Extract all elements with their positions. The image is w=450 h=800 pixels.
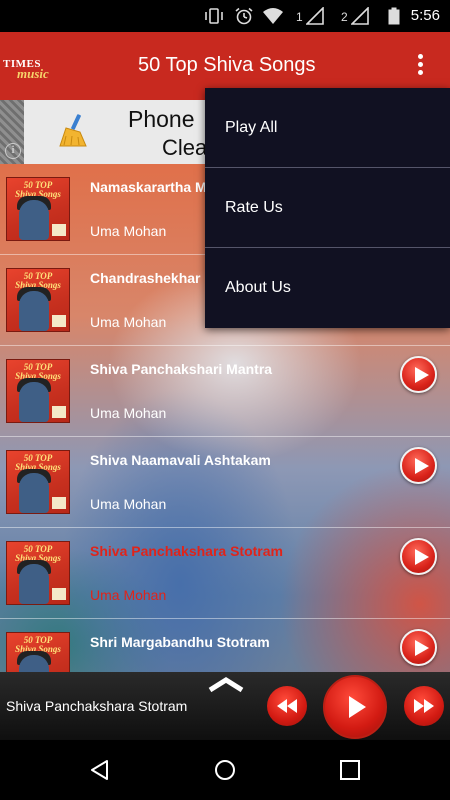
song-artist: Uma Mohan [90, 314, 167, 330]
battery-icon [388, 7, 400, 28]
alarm-icon [234, 7, 254, 28]
now-playing-title: Shiva Panchakshara Stotram [6, 698, 188, 714]
menu-item-play-all[interactable]: Play All [205, 88, 450, 168]
wifi-icon [262, 7, 284, 28]
fast-forward-button[interactable] [404, 686, 444, 726]
song-title: Shiva Naamavali Ashtakam [90, 452, 271, 468]
app-title: 50 Top Shiva Songs [138, 54, 316, 76]
play-icon[interactable] [400, 629, 437, 666]
chevron-up-icon[interactable] [206, 674, 246, 694]
play-icon[interactable] [400, 538, 437, 575]
system-nav-bar [0, 740, 450, 800]
overflow-menu-icon[interactable] [410, 52, 430, 80]
album-art: 50 TOP Shiva Songs [6, 177, 70, 241]
signal-icon [350, 6, 369, 28]
song-row[interactable]: 50 TOP Shiva Songs Shiva Panchakshari Man… [0, 346, 450, 437]
play-button[interactable] [323, 675, 387, 739]
album-art: 50 TOP Shiva Songs [6, 268, 70, 332]
sim2-label: 2 [341, 10, 348, 24]
song-title: Shiva Panchakshara Stotram [90, 543, 283, 559]
ad-headline-line2: Clea [162, 135, 208, 160]
album-art: 50 TOP Shiva Songs [6, 450, 70, 514]
broom-icon [54, 114, 90, 153]
back-icon[interactable] [88, 758, 112, 782]
overflow-menu: Play All Rate Us About Us [205, 88, 450, 328]
ad-headline-line1: Phone [128, 106, 195, 132]
song-row[interactable]: 50 TOP Shiva Songs Shiva Naamavali Ashtak… [0, 437, 450, 528]
album-art: 50 TOP Shiva Songs [6, 359, 70, 423]
menu-item-label: Play All [225, 119, 278, 136]
recents-icon[interactable] [338, 758, 362, 782]
play-icon[interactable] [400, 447, 437, 484]
home-icon[interactable] [213, 758, 237, 782]
song-title: Namaskarartha M [90, 179, 207, 195]
times-music-logo: TIMES music [3, 58, 55, 82]
logo-text-music: music [17, 66, 49, 81]
signal-icon [305, 6, 324, 28]
fast-forward-icon [414, 699, 434, 713]
album-art: 50 TOP Shiva Songs [6, 632, 70, 672]
menu-item-about-us[interactable]: About Us [205, 248, 450, 328]
ad-info-icon[interactable]: i [5, 143, 21, 159]
menu-item-label: About Us [225, 279, 291, 296]
song-title: Shiva Panchakshari Mantra [90, 361, 273, 377]
album-art: 50 TOP Shiva Songs [6, 541, 70, 605]
song-title: Chandrashekhar [90, 270, 201, 286]
play-icon [349, 696, 366, 718]
song-row-active[interactable]: 50 TOP Shiva Songs Shiva Panchakshara Sto… [0, 528, 450, 619]
mini-player: Shiva Panchakshara Stotram [0, 672, 450, 740]
menu-item-label: Rate Us [225, 199, 283, 216]
song-artist: Uma Mohan [90, 587, 167, 603]
menu-item-rate-us[interactable]: Rate Us [205, 168, 450, 248]
rewind-icon [277, 699, 297, 713]
sim1-label: 1 [296, 10, 303, 24]
song-artist: Uma Mohan [90, 405, 167, 421]
status-bar: 1 2 5:56 [0, 0, 450, 32]
rewind-button[interactable] [267, 686, 307, 726]
clock: 5:56 [410, 7, 440, 24]
song-artist: Uma Mohan [90, 496, 167, 512]
song-artist: Uma Mohan [90, 223, 167, 239]
song-title: Shri Margabandhu Stotram [90, 634, 270, 650]
song-row[interactable]: 50 TOP Shiva Songs Shri Margabandhu Stotr… [0, 619, 450, 672]
play-icon[interactable] [400, 356, 437, 393]
vibrate-icon [204, 7, 224, 28]
